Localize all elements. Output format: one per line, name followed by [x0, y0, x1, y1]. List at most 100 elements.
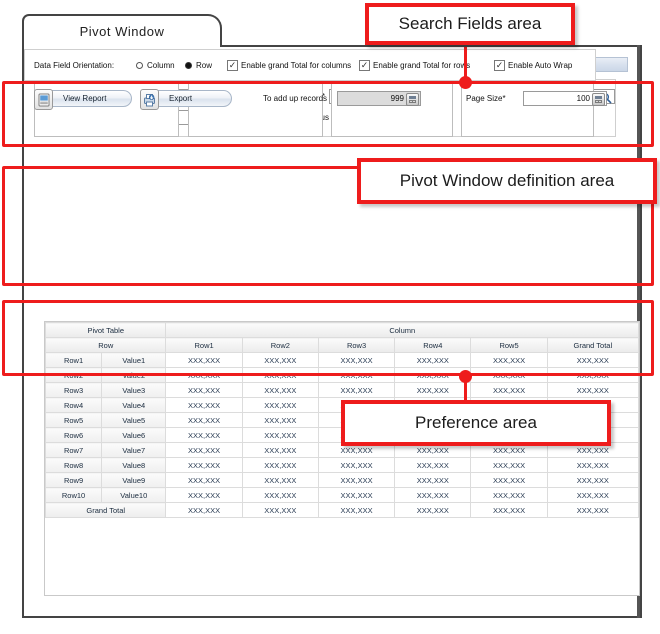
- row-label: Row2: [46, 368, 102, 383]
- checkbox-label-grand-total-rows: Enable grand Total for rows: [373, 61, 470, 70]
- add-up-records-value: 999: [391, 94, 404, 103]
- table-header-row: Row Row1 Row2 Row3 Row4 Row5 Grand Total: [46, 338, 639, 353]
- table-cell: XXX,XXX: [242, 488, 318, 503]
- grand-total-cell: XXX,XXX: [395, 503, 471, 518]
- checkbox-grand-total-rows[interactable]: ✓: [359, 60, 370, 71]
- table-cell: XXX,XXX: [242, 428, 318, 443]
- preference-options-box: Data Field Orientation: Column Row ✓ Ena…: [24, 49, 596, 81]
- column-header[interactable]: Row4: [395, 338, 471, 353]
- table-row[interactable]: Row10Value10XXX,XXXXXX,XXXXXX,XXXXXX,XXX…: [46, 488, 639, 503]
- definition-box-unused[interactable]: [461, 79, 594, 137]
- table-cell: XXX,XXX: [242, 368, 318, 383]
- check-glyph-icon: ✓: [496, 60, 504, 71]
- annotation-callout-preference: Preference area: [341, 400, 611, 446]
- window-tab[interactable]: Pivot Window: [22, 14, 222, 47]
- annotation-text: Pivot Window definition area: [400, 171, 615, 191]
- table-cell: XXX,XXX: [242, 473, 318, 488]
- row-label: Row5: [46, 413, 102, 428]
- table-cell: XXX,XXX: [242, 353, 318, 368]
- row-group-label: Row: [46, 338, 166, 353]
- export-label: Export: [169, 94, 192, 103]
- radio-label-column: Column: [147, 61, 175, 70]
- definition-box-column[interactable]: [188, 79, 323, 137]
- printer-export-icon: [140, 89, 159, 110]
- grand-total-cell: XXX,XXX: [547, 503, 638, 518]
- row-value-label: Value5: [102, 413, 166, 428]
- calculator-icon[interactable]: [406, 93, 419, 106]
- add-up-records-input[interactable]: 999: [337, 91, 421, 106]
- table-cell: XXX,XXX: [166, 473, 242, 488]
- grand-total-row: Grand TotalXXX,XXXXXX,XXXXXX,XXXXXX,XXXX…: [46, 503, 639, 518]
- page-size-value: 100: [577, 94, 590, 103]
- export-button[interactable]: Export: [142, 90, 232, 107]
- table-row[interactable]: Row9Value9XXX,XXXXXX,XXXXXX,XXXXXX,XXXXX…: [46, 473, 639, 488]
- table-cell: XXX,XXX: [395, 353, 471, 368]
- table-row[interactable]: Row2Value2XXX,XXXXXX,XXXXXX,XXXXXX,XXXXX…: [46, 368, 639, 383]
- table-row[interactable]: Row8Value8XXX,XXXXXX,XXXXXX,XXXXXX,XXXXX…: [46, 458, 639, 473]
- radio-orientation-row[interactable]: [185, 62, 192, 69]
- annotation-text: Search Fields area: [399, 14, 542, 34]
- column-header[interactable]: Row5: [471, 338, 547, 353]
- table-cell: XXX,XXX: [318, 383, 394, 398]
- table-cell: XXX,XXX: [318, 368, 394, 383]
- column-header[interactable]: Grand Total: [547, 338, 638, 353]
- table-cell: XXX,XXX: [395, 488, 471, 503]
- table-cell: XXX,XXX: [547, 473, 638, 488]
- table-cell: XXX,XXX: [395, 473, 471, 488]
- check-glyph-icon: ✓: [361, 60, 369, 71]
- row-label: Row8: [46, 458, 102, 473]
- page-size-label: Page Size*: [466, 94, 506, 103]
- checkbox-grand-total-columns[interactable]: ✓: [227, 60, 238, 71]
- table-header-group-row: Pivot Table Column: [46, 323, 639, 338]
- window-tab-title: Pivot Window: [80, 24, 165, 39]
- table-cell: XXX,XXX: [166, 488, 242, 503]
- table-cell: XXX,XXX: [166, 458, 242, 473]
- table-cell: XXX,XXX: [242, 398, 318, 413]
- column-header[interactable]: Row2: [242, 338, 318, 353]
- row-label: Row10: [46, 488, 102, 503]
- view-report-button[interactable]: View Report: [36, 90, 132, 107]
- check-glyph-icon: ✓: [229, 60, 237, 71]
- table-cell: XXX,XXX: [242, 413, 318, 428]
- grand-total-label: Grand Total: [46, 503, 166, 518]
- calculator-icon[interactable]: [592, 93, 605, 106]
- report-monitor-icon: [34, 89, 53, 110]
- checkbox-auto-wrap[interactable]: ✓: [494, 60, 505, 71]
- table-cell: XXX,XXX: [471, 488, 547, 503]
- table-cell: XXX,XXX: [318, 458, 394, 473]
- checkbox-label-grand-total-columns: Enable grand Total for columns: [241, 61, 351, 70]
- table-row[interactable]: Row1Value1XXX,XXXXXX,XXXXXX,XXXXXX,XXXXX…: [46, 353, 639, 368]
- table-cell: XXX,XXX: [395, 383, 471, 398]
- annotation-callout-definition: Pivot Window definition area: [357, 158, 657, 204]
- table-cell: XXX,XXX: [547, 458, 638, 473]
- column-header[interactable]: Row3: [318, 338, 394, 353]
- column-header[interactable]: Row1: [166, 338, 242, 353]
- table-cell: XXX,XXX: [547, 368, 638, 383]
- row-value-label: Value6: [102, 428, 166, 443]
- table-cell: XXX,XXX: [242, 383, 318, 398]
- table-cell: XXX,XXX: [547, 353, 638, 368]
- table-cell: XXX,XXX: [166, 428, 242, 443]
- row-value-label: Value4: [102, 398, 166, 413]
- row-label: Row7: [46, 443, 102, 458]
- row-value-label: Value2: [102, 368, 166, 383]
- grand-total-cell: XXX,XXX: [471, 503, 547, 518]
- pivot-table-container[interactable]: Pivot Table Column Row Row1 Row2 Row3 Ro…: [44, 321, 640, 596]
- grand-total-cell: XXX,XXX: [318, 503, 394, 518]
- radio-label-row: Row: [196, 61, 212, 70]
- table-cell: XXX,XXX: [471, 473, 547, 488]
- table-cell: XXX,XXX: [318, 353, 394, 368]
- table-cell: XXX,XXX: [166, 398, 242, 413]
- page-size-input[interactable]: 100: [523, 91, 607, 106]
- window-content: ▼ Pivot Window Controller Date >=* 20XX/…: [24, 49, 637, 614]
- table-row[interactable]: Row3Value3XXX,XXXXXX,XXXXXX,XXXXXX,XXXXX…: [46, 383, 639, 398]
- tab-seam-mask: [24, 44, 220, 48]
- definition-box-value[interactable]: [331, 79, 453, 137]
- table-cell: XXX,XXX: [471, 368, 547, 383]
- grand-total-cell: XXX,XXX: [166, 503, 242, 518]
- radio-orientation-column[interactable]: [136, 62, 143, 69]
- row-value-label: Value9: [102, 473, 166, 488]
- row-label: Row3: [46, 383, 102, 398]
- column-group-label: Column: [166, 323, 639, 338]
- pivot-table-corner-label: Pivot Table: [46, 323, 166, 338]
